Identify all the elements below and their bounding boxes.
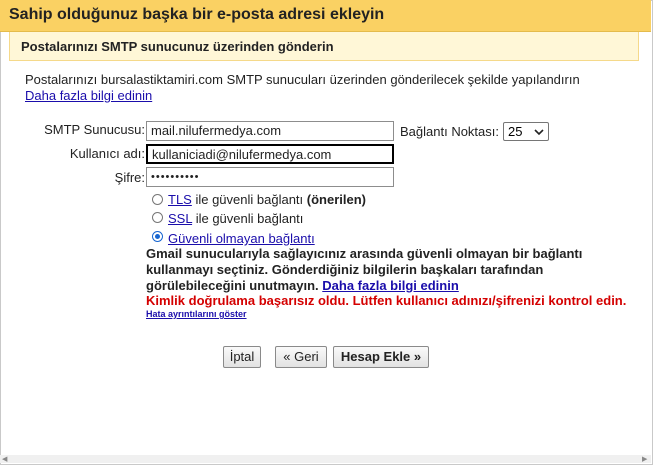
smtp-server-input[interactable]: mail.nilufermedya.com bbox=[146, 121, 394, 141]
dialog-subtitle: Postalarınızı SMTP sunucunuz üzerinden g… bbox=[21, 39, 334, 54]
add-account-button[interactable]: Hesap Ekle » bbox=[333, 346, 429, 368]
insecure-warning: Gmail sunucularıyla sağlayıcınız arasınd… bbox=[146, 246, 586, 294]
tls-text: ile güvenli bağlantı bbox=[191, 192, 307, 207]
dialog-description: Postalarınızı bursalastiktamiri.com SMTP… bbox=[25, 72, 580, 87]
ssl-radio[interactable] bbox=[152, 212, 163, 223]
insecure-link[interactable]: Güvenli olmayan bağlantı bbox=[168, 231, 315, 246]
dialog-header: Sahip olduğunuz başka bir e-posta adresi… bbox=[0, 0, 651, 32]
auth-error-message: Kimlik doğrulama başarısız oldu. Lütfen … bbox=[146, 293, 627, 308]
learn-more-link[interactable]: Daha fazla bilgi edinin bbox=[25, 88, 152, 103]
dialog-frame bbox=[0, 0, 653, 465]
username-input[interactable]: kullaniciadi@nilufermedya.com bbox=[146, 144, 394, 164]
scroll-right-icon[interactable]: ▶ bbox=[642, 455, 647, 463]
port-label: Bağlantı Noktası: bbox=[400, 124, 499, 139]
port-select[interactable]: 25 bbox=[503, 122, 549, 141]
port-value: 25 bbox=[508, 124, 523, 139]
show-error-details-link[interactable]: Hata ayrıntılarını göster bbox=[146, 309, 247, 319]
tls-radio[interactable] bbox=[152, 194, 163, 205]
ssl-option-label: SSL ile güvenli bağlantı bbox=[168, 211, 303, 226]
insecure-radio[interactable] bbox=[152, 231, 163, 242]
dialog-subheader: Postalarınızı SMTP sunucunuz üzerinden g… bbox=[9, 32, 639, 61]
horizontal-scrollbar[interactable] bbox=[0, 455, 651, 463]
scroll-left-icon[interactable]: ◀ bbox=[2, 455, 7, 463]
tls-recommended: (önerilen) bbox=[306, 192, 366, 207]
ssl-link[interactable]: SSL bbox=[168, 211, 192, 226]
password-input[interactable]: •••••••••• bbox=[146, 167, 394, 187]
tls-option-label: TLS ile güvenli bağlantı (önerilen) bbox=[168, 192, 366, 207]
dialog-title: Sahip olduğunuz başka bir e-posta adresi… bbox=[9, 6, 385, 23]
password-label: Şifre: bbox=[114, 170, 145, 185]
back-button[interactable]: « Geri bbox=[275, 346, 327, 368]
insecure-option-label: Güvenli olmayan bağlantı bbox=[168, 231, 315, 246]
tls-link[interactable]: TLS bbox=[168, 192, 192, 207]
warning-learn-more-link[interactable]: Daha fazla bilgi edinin bbox=[322, 278, 459, 293]
smtp-server-label: SMTP Sunucusu: bbox=[44, 122, 145, 137]
chevron-down-icon bbox=[534, 129, 544, 136]
cancel-button[interactable]: İptal bbox=[223, 346, 261, 368]
ssl-text: ile güvenli bağlantı bbox=[192, 211, 304, 226]
username-label: Kullanıcı adı: bbox=[69, 146, 145, 161]
